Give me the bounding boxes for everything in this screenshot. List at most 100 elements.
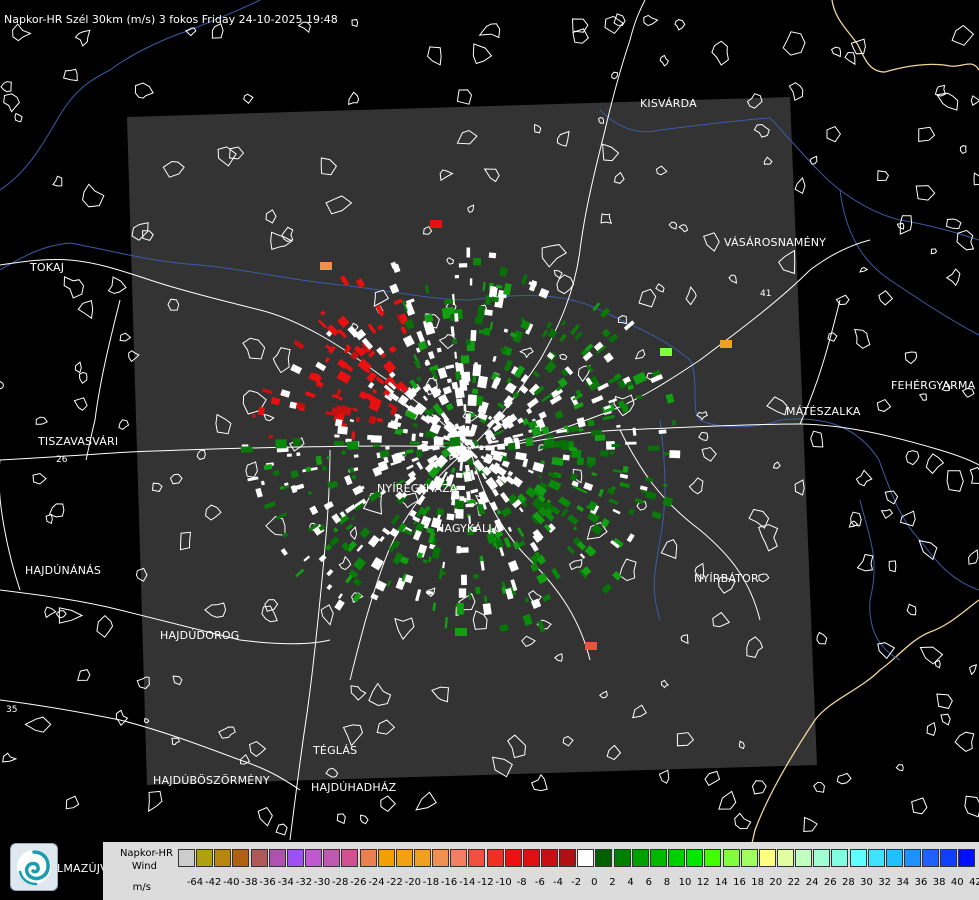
radar-echo — [669, 450, 681, 459]
legend-swatch — [613, 849, 631, 867]
settlement-outline — [32, 472, 47, 485]
settlement-outline — [751, 780, 767, 795]
settlement-outline — [850, 511, 862, 527]
radar-echo — [465, 413, 471, 424]
settlement-outline — [964, 795, 979, 818]
radar-echo — [460, 355, 470, 364]
settlement-outline — [788, 82, 804, 102]
settlement-outline — [954, 731, 975, 752]
legend-swatch — [722, 849, 740, 867]
settlement-outline — [2, 752, 18, 763]
legend-swatch — [504, 849, 522, 867]
radar-echo — [460, 547, 469, 553]
radar-echo — [385, 446, 390, 450]
legend-tick-label: 20 — [769, 877, 783, 888]
legend-swatch — [377, 849, 395, 867]
napkor-logo — [10, 843, 58, 891]
radar-echo — [594, 434, 606, 442]
settlement-outline — [611, 71, 619, 80]
radar-echo — [474, 316, 483, 325]
settlement-outline — [945, 218, 962, 230]
settlement-outline — [936, 693, 953, 709]
settlement-outline — [906, 603, 917, 616]
legend-tick-label: 4 — [627, 877, 634, 888]
settlement-outline — [880, 508, 894, 520]
legend-swatch — [740, 849, 758, 867]
legend-tick-label: -22 — [386, 877, 403, 888]
settlement-outline — [74, 361, 82, 374]
settlement-outline — [925, 453, 945, 475]
settlement-outline — [360, 814, 369, 825]
radar-echo — [286, 453, 292, 457]
radar-echo — [488, 252, 497, 259]
legend-tick-label: -4 — [553, 877, 563, 888]
radar-echo — [460, 371, 471, 382]
settlement-outline — [185, 27, 197, 37]
radar-echo — [430, 220, 442, 228]
legend-swatch — [323, 849, 341, 867]
radar-echo — [293, 438, 301, 446]
settlement-outline — [115, 709, 129, 727]
settlement-outline — [118, 419, 130, 431]
radar-echo — [441, 571, 446, 576]
settlement-outline — [704, 770, 721, 787]
city-teglas: TÉGLÁS — [313, 744, 358, 757]
settlement-outline — [351, 19, 359, 28]
legend-swatch — [286, 849, 304, 867]
radar-echo — [458, 263, 468, 268]
radar-echo — [240, 446, 253, 453]
legend-tick-label: 42 — [969, 877, 979, 888]
legend-tick-label: 12 — [696, 877, 710, 888]
city-tokaj: TOKAJ — [30, 261, 65, 274]
radar-echo — [483, 327, 491, 336]
legend-swatch — [668, 849, 686, 867]
legend-swatch — [196, 849, 214, 867]
legend-swatch — [450, 849, 468, 867]
settlement-outline — [969, 466, 979, 484]
legend-tick-label: 22 — [787, 877, 801, 888]
legend-swatch — [922, 849, 940, 867]
radar-echo — [454, 387, 465, 399]
legend-swatch — [214, 849, 232, 867]
radar-echo — [351, 431, 356, 440]
settlement-outline — [77, 299, 94, 320]
settlement-outline — [915, 185, 936, 201]
radar-echo — [475, 586, 481, 595]
legend-swatch — [704, 849, 722, 867]
settlement-outline — [24, 716, 52, 733]
radar-echo — [455, 628, 467, 636]
legend-tick-label: -2 — [571, 877, 582, 888]
radar-echo — [353, 454, 359, 458]
settlement-outline — [96, 615, 114, 638]
settlement-outline — [336, 813, 346, 825]
legend-swatch — [577, 849, 595, 867]
radar-echo — [446, 513, 455, 521]
settlement-outline — [782, 31, 806, 56]
radar-echo — [488, 286, 498, 298]
settlement-outline — [427, 46, 442, 66]
radar-echo — [560, 441, 569, 450]
settlement-outline — [809, 155, 818, 165]
radar-echo — [421, 440, 429, 444]
settlement-outline — [946, 470, 964, 492]
legend-swatch — [849, 849, 867, 867]
settlement-outline — [956, 229, 975, 251]
radar-echo — [433, 436, 444, 446]
legend-tick-label: 36 — [914, 877, 928, 888]
settlement-outline — [854, 328, 871, 349]
radar-echo — [463, 404, 467, 412]
radar-echo — [525, 437, 534, 447]
city-mateszalka: MÁTÉSZALKA — [786, 405, 861, 418]
legend-swatch — [413, 849, 431, 867]
settlement-outline — [951, 24, 975, 46]
settlement-outline — [904, 351, 918, 365]
radar-echo — [671, 420, 676, 426]
radar-echo — [479, 445, 484, 451]
radar-echo — [296, 452, 301, 456]
legend-label-wind: Wind — [131, 861, 157, 872]
settlement-outline — [119, 332, 132, 342]
radar-echo — [562, 454, 570, 461]
legend-swatch — [432, 849, 450, 867]
swirl-logo-icon — [17, 850, 51, 886]
radar-echo — [334, 434, 340, 438]
